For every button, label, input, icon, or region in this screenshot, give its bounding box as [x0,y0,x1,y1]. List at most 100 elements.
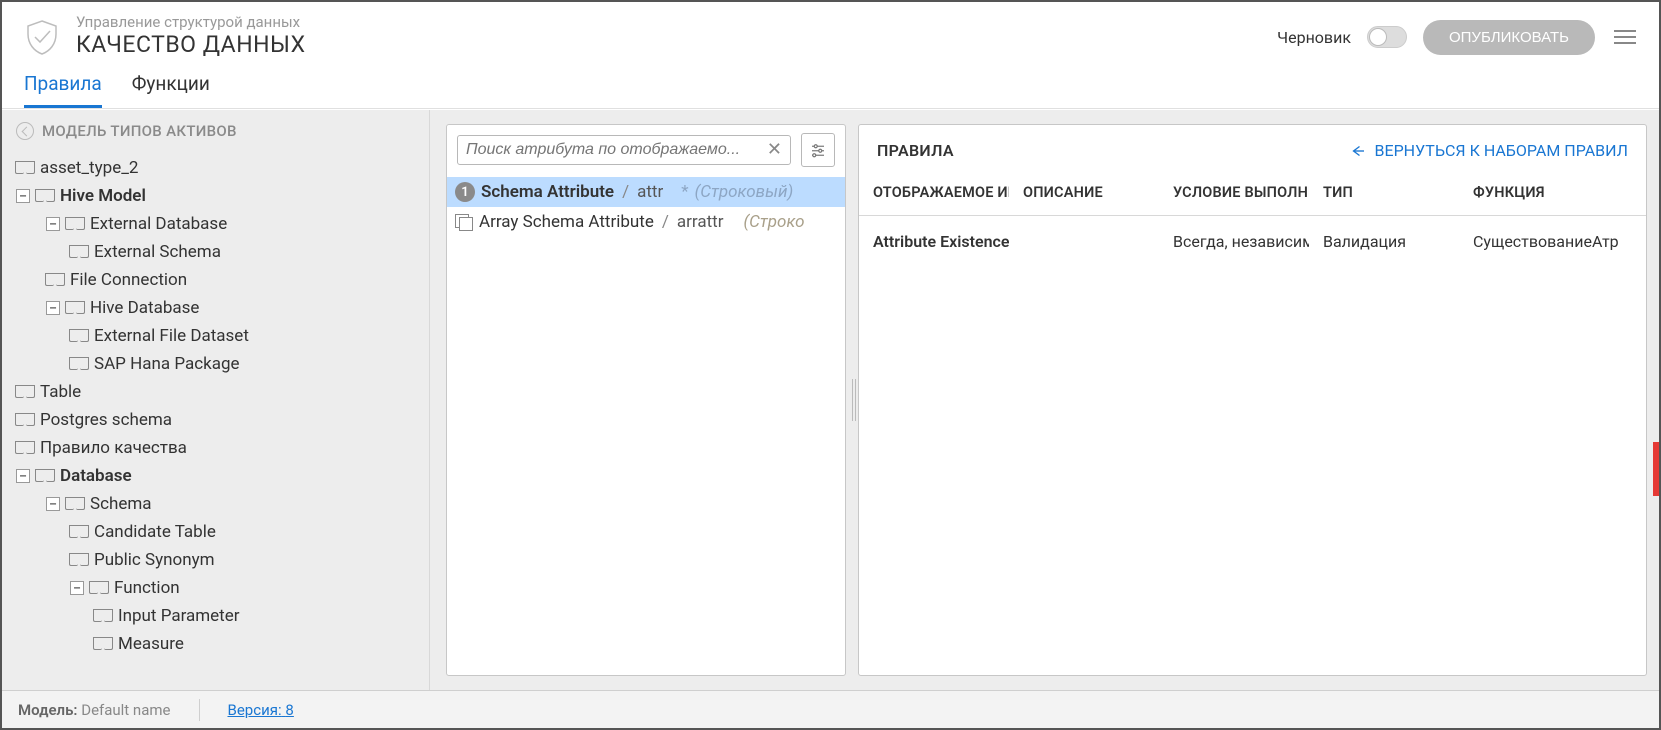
attribute-type: (Строко [743,212,804,232]
draft-toggle[interactable] [1367,26,1407,48]
attribute-item-schema[interactable]: 1 Schema Attribute / attr * (Строковый) [447,177,845,207]
tree-input-parameter[interactable]: Input Parameter [12,602,423,630]
cell-type: Валидация [1309,216,1459,268]
tree-sap-hana-package[interactable]: SAP Hana Package [12,350,423,378]
back-to-rulesets-link[interactable]: ВЕРНУТЬСЯ К НАБОРАМ ПРАВИЛ [1349,141,1628,160]
book-icon [70,245,88,259]
cell-display-name: Attribute Existence [859,216,1009,268]
col-condition[interactable]: УСЛОВИЕ ВЫПОЛНЕ [1159,174,1309,216]
cell-description [1009,216,1159,268]
tab-functions[interactable]: Функции [132,72,210,108]
attribute-code: arrattr [677,212,724,232]
stack-icon [455,214,473,230]
book-icon [36,469,54,483]
tree-external-database[interactable]: External Database [12,210,423,238]
tree-file-connection[interactable]: File Connection [12,266,423,294]
attribute-code: attr [637,182,663,202]
attribute-panel: ✕ 1 Schema Attribute / attr [446,124,846,676]
book-icon [66,497,84,511]
tab-bar: Правила Функции [2,62,1659,109]
book-icon [90,581,108,595]
asset-tree[interactable]: asset_type_2 Hive Model External Databas… [2,152,429,690]
tree-measure[interactable]: Measure [12,630,423,658]
collapse-icon[interactable] [46,497,60,511]
book-icon [94,609,112,623]
asset-type-tree-panel: МОДЕЛЬ ТИПОВ АКТИВОВ asset_type_2 Hive M… [2,110,430,690]
rules-panel: ПРАВИЛА ВЕРНУТЬСЯ К НАБОРАМ ПРАВИЛ ОТОБР… [858,124,1647,676]
tree-quality-rule[interactable]: Правило качества [12,434,423,462]
model-label: Модель: [18,701,77,719]
cell-condition: Всегда, независим [1159,216,1309,268]
breadcrumb-subtitle: Управление структурой данных [76,14,306,31]
tree-candidate-table[interactable]: Candidate Table [12,518,423,546]
book-icon [70,525,88,539]
col-description[interactable]: ОПИСАНИЕ [1009,174,1159,216]
count-badge: 1 [455,182,475,202]
tree-asset-type-2[interactable]: asset_type_2 [12,154,423,182]
attribute-list: 1 Schema Attribute / attr * (Строковый) … [447,177,845,675]
main-area: МОДЕЛЬ ТИПОВ АКТИВОВ asset_type_2 Hive M… [2,110,1659,690]
tab-rules[interactable]: Правила [24,72,102,108]
filter-button[interactable] [801,133,835,167]
attribute-type: (Строковый) [695,182,794,202]
panel-splitter[interactable] [846,124,858,676]
book-icon [16,441,34,455]
book-icon [16,161,34,175]
book-icon [16,413,34,427]
tree-hive-database[interactable]: Hive Database [12,294,423,322]
attribute-item-array-schema[interactable]: Array Schema Attribute / arrattr (Строко [447,207,845,237]
status-bar: Модель: Default name Версия: 8 [2,690,1659,728]
rules-table-header: ОТОБРАЖАЕМОЕ ИМ ОПИСАНИЕ УСЛОВИЕ ВЫПОЛНЕ… [859,174,1646,216]
attribute-search-box[interactable]: ✕ [457,135,791,165]
shield-icon [22,17,62,57]
attribute-search-input[interactable] [466,141,767,159]
tree-external-file-dataset[interactable]: External File Dataset [12,322,423,350]
book-icon [36,189,54,203]
rules-table: ОТОБРАЖАЕМОЕ ИМ ОПИСАНИЕ УСЛОВИЕ ВЫПОЛНЕ… [859,174,1646,267]
draft-label: Черновик [1277,28,1351,47]
tree-schema[interactable]: Schema [12,490,423,518]
error-indicator[interactable] [1653,442,1659,496]
collapse-icon[interactable] [46,301,60,315]
book-icon [66,301,84,315]
tree-hive-model[interactable]: Hive Model [12,182,423,210]
divider [199,699,200,721]
book-icon [94,637,112,651]
tree-panel-heading: МОДЕЛЬ ТИПОВ АКТИВОВ [42,122,237,140]
book-icon [70,553,88,567]
collapse-icon[interactable] [70,581,84,595]
tree-panel-header[interactable]: МОДЕЛЬ ТИПОВ АКТИВОВ [2,110,429,152]
attribute-name: Schema Attribute [481,182,614,202]
book-icon [70,357,88,371]
tree-public-synonym[interactable]: Public Synonym [12,546,423,574]
col-display-name[interactable]: ОТОБРАЖАЕМОЕ ИМ [859,174,1009,216]
attribute-name: Array Schema Attribute [479,212,654,232]
right-area: ✕ 1 Schema Attribute / attr [430,110,1659,690]
cell-function: СуществованиеАтр [1459,216,1646,268]
book-icon [46,273,64,287]
col-function[interactable]: ФУНКЦИЯ [1459,174,1646,216]
required-star: * [681,182,688,202]
clear-icon[interactable]: ✕ [767,141,782,159]
publish-button[interactable]: ОПУБЛИКОВАТЬ [1423,20,1595,55]
rules-table-row[interactable]: Attribute Existence Всегда, независим Ва… [859,216,1646,268]
back-circle-icon[interactable] [16,122,34,140]
model-value: Default name [81,701,170,719]
book-icon [70,329,88,343]
tree-database[interactable]: Database [12,462,423,490]
book-icon [66,217,84,231]
book-icon [16,385,34,399]
tree-function[interactable]: Function [12,574,423,602]
rules-title: ПРАВИЛА [877,141,954,160]
page-title: КАЧЕСТВО ДАННЫХ [76,30,306,60]
col-type[interactable]: ТИП [1309,174,1459,216]
app-header: Управление структурой данных КАЧЕСТВО ДА… [2,2,1659,62]
collapse-icon[interactable] [46,217,60,231]
tree-external-schema[interactable]: External Schema [12,238,423,266]
collapse-icon[interactable] [16,189,30,203]
tree-table[interactable]: Table [12,378,423,406]
collapse-icon[interactable] [16,469,30,483]
version-link[interactable]: Версия: 8 [228,701,294,719]
menu-icon[interactable] [1611,23,1639,51]
tree-postgres-schema[interactable]: Postgres schema [12,406,423,434]
